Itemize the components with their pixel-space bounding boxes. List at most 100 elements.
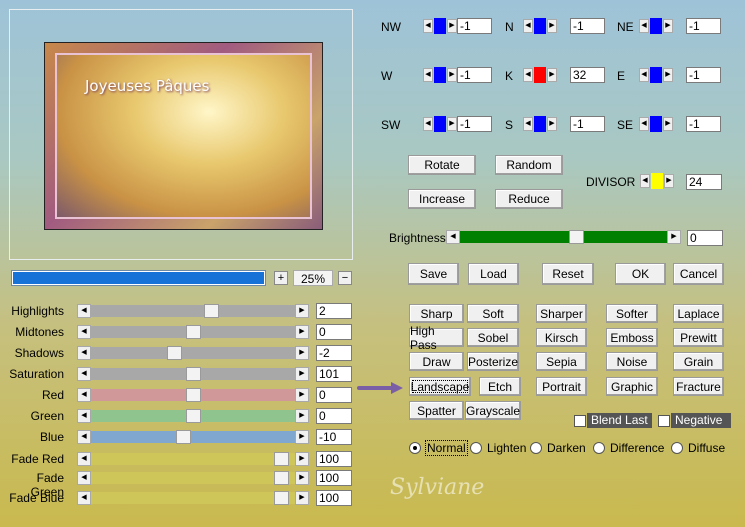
shadows-slider[interactable]: ◀ ▶	[77, 346, 309, 360]
saturation-input[interactable]: 101	[316, 366, 352, 382]
save-button[interactable]: Save	[408, 263, 459, 285]
zoom-out-button[interactable]: −	[338, 271, 352, 285]
highlights-thumb[interactable]	[204, 304, 219, 318]
input-k[interactable]: 32	[570, 67, 605, 83]
increase-button[interactable]: Increase	[408, 189, 476, 209]
spinner-s-decrease-arrow[interactable]: ◀	[523, 117, 533, 131]
green-thumb[interactable]	[186, 409, 201, 423]
saturation-thumb[interactable]	[186, 367, 201, 381]
midtones-input[interactable]: 0	[316, 324, 352, 340]
preset-portrait-button[interactable]: Portrait	[536, 377, 587, 396]
fade-red-thumb[interactable]	[274, 452, 289, 466]
fade-red-track[interactable]	[91, 453, 295, 465]
fade-green-thumb[interactable]	[274, 471, 289, 485]
input-ne[interactable]: -1	[686, 18, 721, 34]
saturation-right-arrow[interactable]: ▶	[295, 367, 309, 381]
blue-input[interactable]: -10	[316, 429, 352, 445]
preset-emboss-button[interactable]: Emboss	[606, 328, 658, 347]
brightness-right-arrow[interactable]: ▶	[667, 230, 681, 244]
shadows-track[interactable]	[91, 347, 295, 359]
spinner-n[interactable]: ◀ ▶	[523, 18, 557, 34]
preset-grayscale-button[interactable]: Grayscale	[465, 401, 521, 420]
spinner-k[interactable]: ◀ ▶	[523, 67, 557, 83]
brightness-slider[interactable]: ◀ ▶	[446, 230, 681, 244]
spinner-nw[interactable]: ◀ ▶	[423, 18, 457, 34]
input-s[interactable]: -1	[570, 116, 605, 132]
red-left-arrow[interactable]: ◀	[77, 388, 91, 402]
blend-difference-radio[interactable]	[593, 442, 605, 454]
input-e[interactable]: -1	[686, 67, 721, 83]
brightness-input[interactable]: 0	[687, 230, 723, 246]
spinner-e-increase-arrow[interactable]: ▶	[663, 68, 673, 82]
reset-button[interactable]: Reset	[542, 263, 594, 285]
divisor-input[interactable]: 24	[686, 174, 722, 190]
spinner-nw-increase-arrow[interactable]: ▶	[447, 19, 457, 33]
preset-grain-button[interactable]: Grain	[673, 352, 724, 371]
preset-graphic-button[interactable]: Graphic	[606, 377, 658, 396]
preset-sharp-button[interactable]: Sharp	[409, 304, 464, 323]
input-sw[interactable]: -1	[457, 116, 492, 132]
fade-red-left-arrow[interactable]: ◀	[77, 452, 91, 466]
spinner-s[interactable]: ◀ ▶	[523, 116, 557, 132]
fade-red-input[interactable]: 100	[316, 451, 352, 467]
negative-checkbox[interactable]	[658, 415, 670, 427]
midtones-slider[interactable]: ◀ ▶	[77, 325, 309, 339]
highlights-right-arrow[interactable]: ▶	[295, 304, 309, 318]
preset-kirsch-button[interactable]: Kirsch	[536, 328, 587, 347]
red-thumb[interactable]	[186, 388, 201, 402]
divisor-increase-arrow[interactable]: ▶	[664, 174, 674, 188]
spinner-sw-decrease-arrow[interactable]: ◀	[423, 117, 433, 131]
spinner-se-decrease-arrow[interactable]: ◀	[639, 117, 649, 131]
ok-button[interactable]: OK	[615, 263, 666, 285]
preset-softer-button[interactable]: Softer	[606, 304, 658, 323]
fade-green-track[interactable]	[91, 472, 295, 484]
spinner-s-increase-arrow[interactable]: ▶	[547, 117, 557, 131]
highlights-input[interactable]: 2	[316, 303, 352, 319]
green-right-arrow[interactable]: ▶	[295, 409, 309, 423]
spinner-sw[interactable]: ◀ ▶	[423, 116, 457, 132]
load-button[interactable]: Load	[468, 263, 519, 285]
fade-blue-slider[interactable]: ◀ ▶	[77, 491, 309, 505]
preset-etch-button[interactable]: Etch	[479, 377, 521, 396]
cancel-button[interactable]: Cancel	[673, 263, 724, 285]
input-w[interactable]: -1	[457, 67, 492, 83]
fade-blue-input[interactable]: 100	[316, 490, 352, 506]
saturation-left-arrow[interactable]: ◀	[77, 367, 91, 381]
fade-blue-track[interactable]	[91, 492, 295, 504]
fade-blue-thumb[interactable]	[274, 491, 289, 505]
divisor-decrease-arrow[interactable]: ◀	[640, 174, 650, 188]
spinner-se-increase-arrow[interactable]: ▶	[663, 117, 673, 131]
blend-last-checkbox[interactable]	[574, 415, 586, 427]
spinner-se[interactable]: ◀ ▶	[639, 116, 673, 132]
midtones-left-arrow[interactable]: ◀	[77, 325, 91, 339]
green-slider[interactable]: ◀ ▶	[77, 409, 309, 423]
fade-green-left-arrow[interactable]: ◀	[77, 471, 91, 485]
input-n[interactable]: -1	[570, 18, 605, 34]
preset-sobel-button[interactable]: Sobel	[467, 328, 519, 347]
spinner-k-increase-arrow[interactable]: ▶	[547, 68, 557, 82]
red-input[interactable]: 0	[316, 387, 352, 403]
preset-prewitt-button[interactable]: Prewitt	[673, 328, 724, 347]
preset-sepia-button[interactable]: Sepia	[536, 352, 587, 371]
midtones-thumb[interactable]	[186, 325, 201, 339]
shadows-input[interactable]: -2	[316, 345, 352, 361]
fade-green-slider[interactable]: ◀ ▶	[77, 471, 309, 485]
divisor-spinner[interactable]: ◀ ▶	[640, 173, 674, 189]
preset-sharper-button[interactable]: Sharper	[536, 304, 587, 323]
preset-spatter-button[interactable]: Spatter	[409, 401, 464, 420]
spinner-n-decrease-arrow[interactable]: ◀	[523, 19, 533, 33]
brightness-track[interactable]	[460, 231, 667, 243]
spinner-ne-decrease-arrow[interactable]: ◀	[639, 19, 649, 33]
spinner-e[interactable]: ◀ ▶	[639, 67, 673, 83]
highlights-left-arrow[interactable]: ◀	[77, 304, 91, 318]
reduce-button[interactable]: Reduce	[495, 189, 563, 209]
shadows-right-arrow[interactable]: ▶	[295, 346, 309, 360]
spinner-ne[interactable]: ◀ ▶	[639, 18, 673, 34]
blend-lighten-radio[interactable]	[470, 442, 482, 454]
spinner-n-increase-arrow[interactable]: ▶	[547, 19, 557, 33]
blend-normal-radio[interactable]	[409, 442, 421, 454]
input-nw[interactable]: -1	[457, 18, 492, 34]
highlights-track[interactable]	[91, 305, 295, 317]
spinner-w-increase-arrow[interactable]: ▶	[447, 68, 457, 82]
fade-green-input[interactable]: 100	[316, 470, 352, 486]
